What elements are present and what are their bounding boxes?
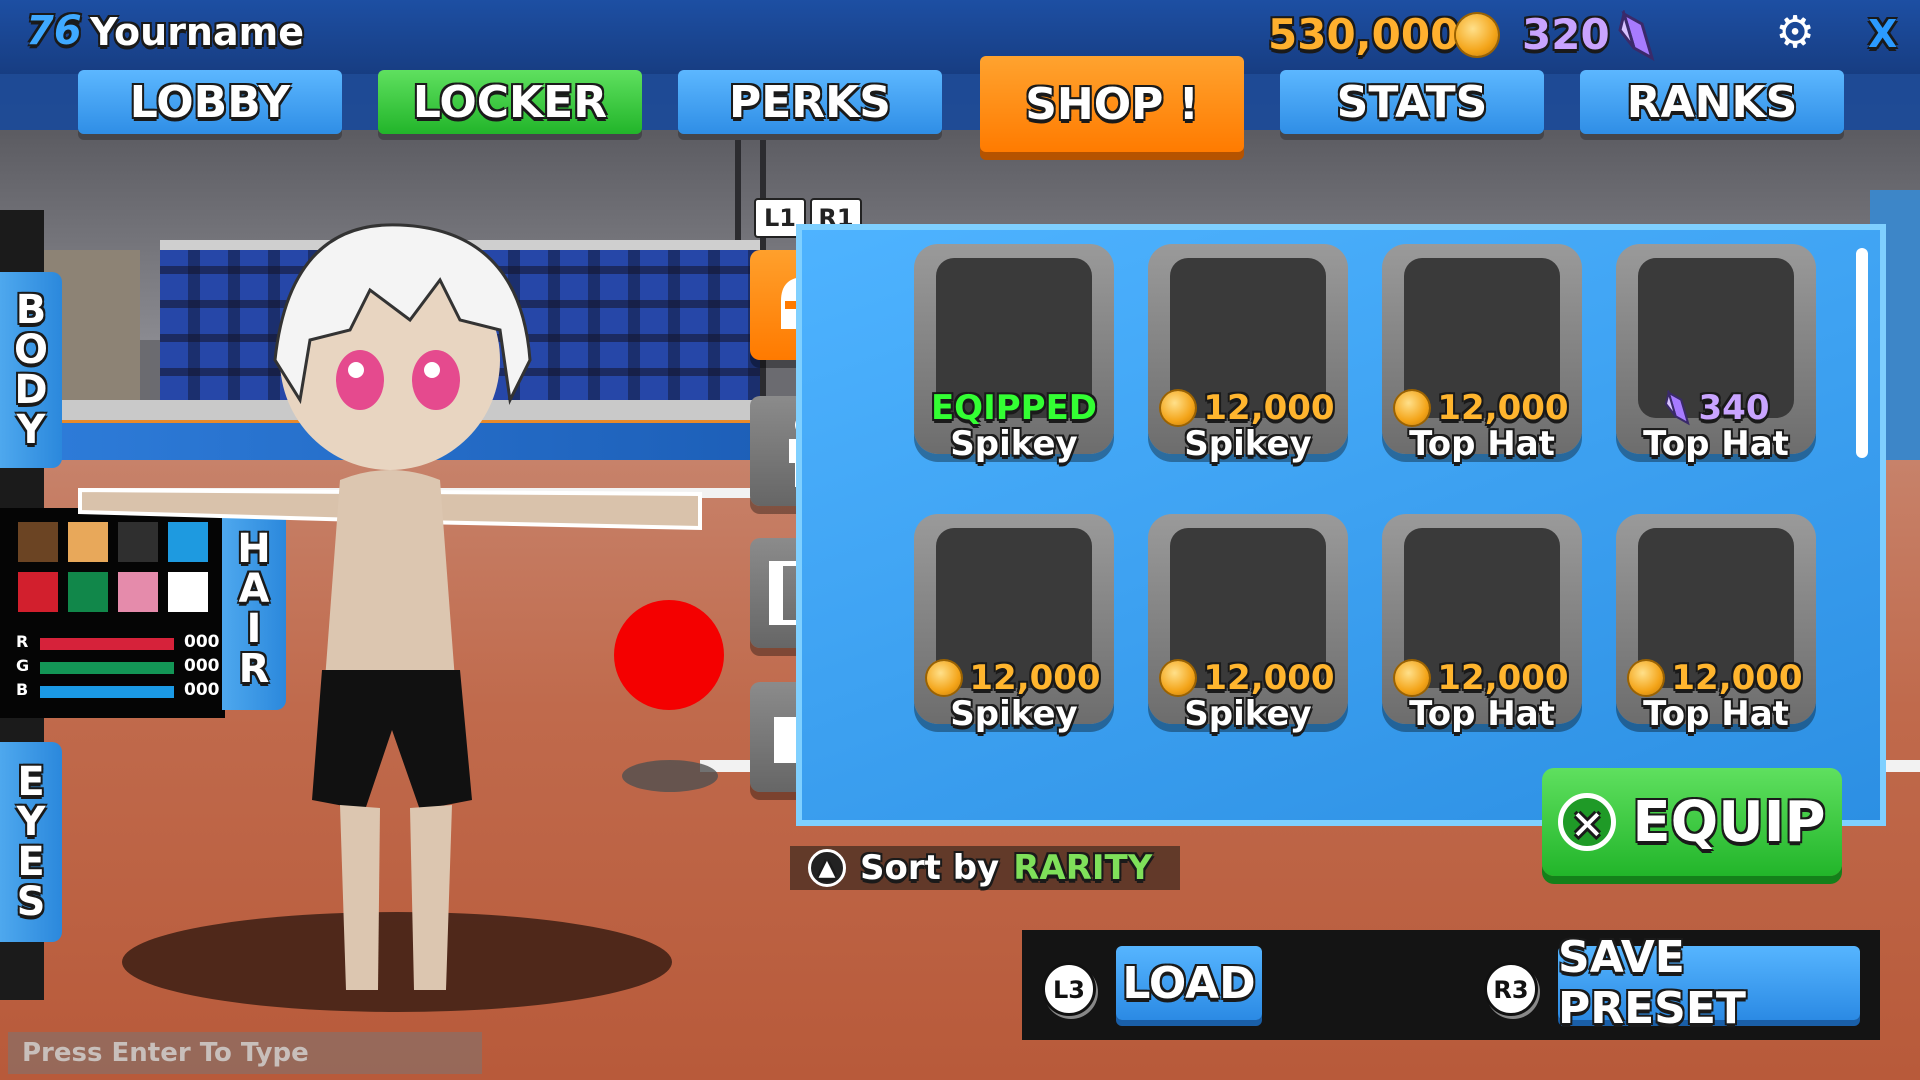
player-name: Yourname [90,10,304,54]
item-card[interactable]: EQIPPED Spikey [914,244,1114,464]
item-price: 12,000 [1382,388,1582,428]
item-card[interactable]: 12,000 Spikey [1148,514,1348,734]
side-tab-letter: E [17,839,45,885]
save-preset-button[interactable]: SAVE PRESET [1558,932,1860,1034]
item-price: 12,000 [1148,658,1348,698]
item-card[interactable]: 12,000 Top Hat [1382,514,1582,734]
gem-balance: 320 [1522,10,1610,59]
coin-icon [1395,391,1430,425]
side-tab-letter: Y [16,799,46,845]
player-level: 76 [26,8,82,54]
item-card[interactable]: 12,000 Top Hat [1382,244,1582,464]
side-tab-letter: S [16,879,46,925]
color-swatch[interactable] [18,522,58,562]
load-button[interactable]: LOAD [1116,946,1262,1020]
item-price: 12,000 [1382,658,1582,698]
item-price-value: 12,000 [1437,388,1569,428]
item-price-value: 12,000 [1203,388,1335,428]
sort-control[interactable]: ▲ Sort by RARITY [790,846,1180,890]
close-button[interactable]: X [1868,12,1897,56]
item-price: 12,000 [914,658,1114,698]
sort-prefix: Sort by [860,848,1000,888]
r3-button-icon: R3 [1484,962,1538,1016]
item-card[interactable]: 12,000 Spikey [1148,244,1348,464]
item-name: Top Hat [1643,694,1789,734]
gem-icon [1618,10,1655,62]
item-price-value: 12,000 [1203,658,1335,698]
ball-shadow [622,760,718,792]
side-tab-eyes[interactable]: E Y E S [0,742,62,942]
nav-locker-button[interactable]: LOCKER [378,70,642,134]
item-card[interactable]: 12,000 Spikey [914,514,1114,734]
side-tab-letter: D [14,367,48,413]
side-tab-letter: O [13,327,48,373]
item-card[interactable]: 12,000 Top Hat [1616,514,1816,734]
side-tab-letter: B [15,287,47,333]
coin-balance: 530,000 [1268,10,1460,59]
character-model[interactable] [60,210,720,1010]
coin-icon [1161,391,1196,425]
item-card[interactable]: 340 Top Hat [1616,244,1816,464]
equip-label: EQUIP [1632,789,1826,855]
nav-lobby-button[interactable]: LOBBY [78,70,342,134]
settings-gear-icon[interactable]: ⚙ [1772,10,1818,56]
cross-button-icon: ✕ [1558,793,1617,851]
item-price: 12,000 [1148,388,1348,428]
coin-icon [927,661,962,695]
item-grid-scrollbar[interactable] [1856,248,1868,458]
nav-stats-button[interactable]: STATS [1280,70,1544,134]
chat-input[interactable]: Press Enter To Type [8,1032,482,1074]
coin-icon [1629,661,1664,695]
item-price-value: 12,000 [1671,658,1803,698]
sort-value: RARITY [1013,848,1153,888]
coin-icon [1161,661,1196,695]
item-name: Top Hat [1409,424,1555,464]
nav-ranks-button[interactable]: RANKS [1580,70,1844,134]
item-price-value: 12,000 [969,658,1101,698]
item-name: Top Hat [1643,424,1789,464]
equip-button[interactable]: ✕ EQUIP [1542,768,1842,876]
item-price: 340 [1616,388,1816,428]
item-name: Top Hat [1409,694,1555,734]
l3-button-icon: L3 [1042,962,1096,1016]
item-name: Spikey [950,694,1078,734]
color-swatch[interactable] [18,572,58,612]
ball [614,600,724,710]
side-tab-letter: Y [16,407,46,453]
side-tab-body[interactable]: B O D Y [0,272,62,468]
nav-perks-button[interactable]: PERKS [678,70,942,134]
nav-shop-button[interactable]: SHOP ! [980,56,1244,152]
item-price: 12,000 [1616,658,1816,698]
rgb-label-b: B [16,680,29,699]
gem-icon [1664,390,1690,426]
item-name: Spikey [950,424,1078,464]
rgb-label-r: R [16,632,29,651]
rgb-label-g: G [16,656,30,675]
side-tab-letter: E [17,759,45,805]
item-price-value: 12,000 [1437,658,1569,698]
coin-icon [1395,661,1430,695]
item-name: Spikey [1184,424,1312,464]
item-price-value: 340 [1698,388,1770,428]
item-name: Spikey [1184,694,1312,734]
coin-icon [1456,14,1498,56]
item-equipped-label: EQIPPED [930,388,1098,428]
triangle-button-icon: ▲ [808,849,846,887]
